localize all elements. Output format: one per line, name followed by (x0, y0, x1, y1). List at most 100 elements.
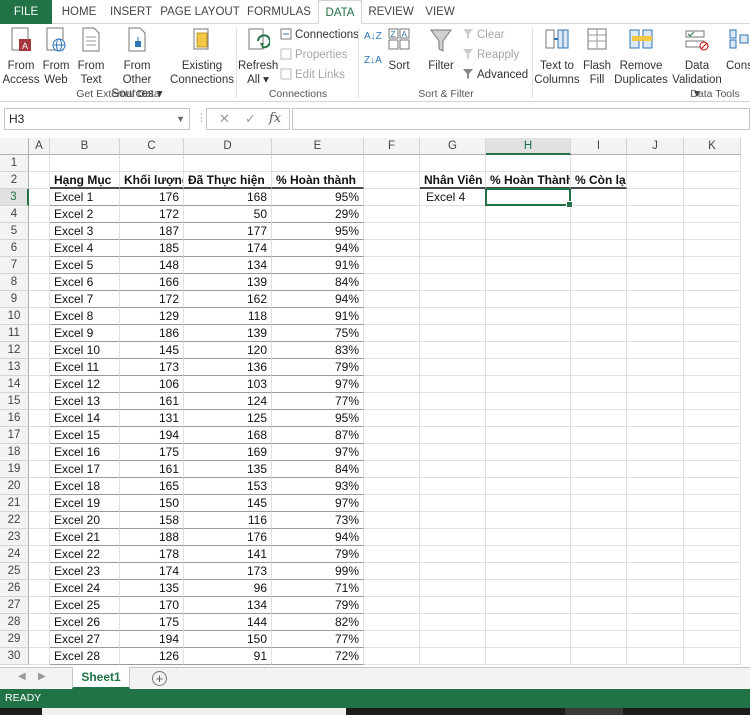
table-cell-number[interactable]: 93% (272, 478, 364, 495)
cell[interactable] (571, 257, 627, 274)
lookup-header-cell[interactable]: % Còn lại (571, 172, 627, 189)
table-cell-number[interactable]: 187 (120, 223, 184, 240)
cell[interactable] (571, 393, 627, 410)
cell[interactable] (627, 529, 684, 546)
cell[interactable] (684, 172, 741, 189)
cell[interactable] (627, 155, 684, 172)
cell[interactable] (29, 206, 50, 223)
table-cell-item[interactable]: Excel 16 (50, 444, 120, 461)
table-cell-number[interactable]: 166 (120, 274, 184, 291)
clear-filter-button[interactable]: Clear (462, 26, 504, 44)
cell[interactable] (420, 563, 486, 580)
table-cell-number[interactable]: 177 (184, 223, 272, 240)
row-header[interactable]: 23 (0, 529, 29, 546)
cell[interactable] (364, 512, 420, 529)
column-header-d[interactable]: D (184, 138, 272, 155)
cell[interactable] (571, 274, 627, 291)
cell[interactable] (420, 291, 486, 308)
cell[interactable] (29, 393, 50, 410)
cell[interactable] (627, 648, 684, 665)
cell[interactable] (364, 240, 420, 257)
cell[interactable] (29, 325, 50, 342)
table-cell-number[interactable]: 134 (184, 597, 272, 614)
table-cell-number[interactable]: 29% (272, 206, 364, 223)
cell[interactable] (420, 376, 486, 393)
prev-sheet-icon[interactable]: ◀ (18, 671, 26, 682)
row-header[interactable]: 28 (0, 614, 29, 631)
cell[interactable] (684, 529, 741, 546)
table-cell-item[interactable]: Excel 26 (50, 614, 120, 631)
table-cell-number[interactable]: 148 (120, 257, 184, 274)
column-header-i[interactable]: I (571, 138, 627, 155)
column-header-k[interactable]: K (684, 138, 741, 155)
cell[interactable] (684, 257, 741, 274)
cell[interactable] (420, 512, 486, 529)
cell[interactable] (684, 495, 741, 512)
cell[interactable] (50, 155, 120, 172)
cell[interactable] (29, 512, 50, 529)
cell[interactable] (571, 240, 627, 257)
table-cell-item[interactable]: Excel 4 (50, 240, 120, 257)
cell[interactable] (486, 257, 571, 274)
table-cell-number[interactable]: 145 (184, 495, 272, 512)
table-cell-number[interactable]: 158 (120, 512, 184, 529)
cell[interactable] (364, 257, 420, 274)
cell[interactable] (364, 410, 420, 427)
row-header[interactable]: 22 (0, 512, 29, 529)
row-header[interactable]: 4 (0, 206, 29, 223)
column-header-b[interactable]: B (50, 138, 120, 155)
cell[interactable] (627, 308, 684, 325)
table-cell-item[interactable]: Excel 10 (50, 342, 120, 359)
table-cell-number[interactable]: 126 (120, 648, 184, 665)
column-header-e[interactable]: E (272, 138, 364, 155)
reapply-button[interactable]: Reapply (462, 46, 519, 64)
cell[interactable] (684, 308, 741, 325)
cell[interactable] (486, 376, 571, 393)
cell[interactable] (29, 308, 50, 325)
cell[interactable] (364, 563, 420, 580)
cell[interactable] (29, 461, 50, 478)
active-cell-h3[interactable] (485, 188, 573, 208)
cell[interactable] (684, 189, 741, 206)
table-cell-number[interactable]: 95% (272, 223, 364, 240)
cell[interactable] (486, 597, 571, 614)
cell[interactable] (627, 172, 684, 189)
cell[interactable] (29, 410, 50, 427)
cell[interactable] (627, 563, 684, 580)
from-text-button[interactable]: From Text (74, 27, 108, 87)
cell[interactable] (420, 257, 486, 274)
cell[interactable] (571, 478, 627, 495)
table-cell-number[interactable]: 145 (120, 342, 184, 359)
row-header[interactable]: 14 (0, 376, 29, 393)
formula-input[interactable] (292, 108, 750, 130)
cell[interactable] (627, 206, 684, 223)
cell[interactable] (420, 359, 486, 376)
table-cell-number[interactable]: 79% (272, 597, 364, 614)
cell[interactable] (486, 648, 571, 665)
cell[interactable] (184, 155, 272, 172)
cell[interactable] (29, 376, 50, 393)
sheet-tab-sheet1[interactable]: Sheet1 (72, 667, 130, 689)
cell[interactable] (120, 155, 184, 172)
row-header[interactable]: 17 (0, 427, 29, 444)
tab-file[interactable]: FILE (0, 0, 52, 24)
cell[interactable] (684, 155, 741, 172)
table-cell-number[interactable]: 170 (120, 597, 184, 614)
table-cell-number[interactable]: 150 (184, 631, 272, 648)
cell[interactable] (364, 155, 420, 172)
table-cell-number[interactable]: 79% (272, 359, 364, 376)
cell[interactable] (486, 444, 571, 461)
cell[interactable] (684, 291, 741, 308)
row-header[interactable]: 9 (0, 291, 29, 308)
cell[interactable] (571, 155, 627, 172)
table-cell-item[interactable]: Excel 18 (50, 478, 120, 495)
edit-links-button[interactable]: Edit Links (280, 66, 345, 84)
cell[interactable] (29, 444, 50, 461)
cell[interactable] (364, 529, 420, 546)
tab-home[interactable]: HOME (56, 0, 102, 24)
table-cell-number[interactable]: 169 (184, 444, 272, 461)
cell[interactable] (420, 614, 486, 631)
cell[interactable] (627, 461, 684, 478)
table-cell-item[interactable]: Excel 21 (50, 529, 120, 546)
cell[interactable] (571, 597, 627, 614)
